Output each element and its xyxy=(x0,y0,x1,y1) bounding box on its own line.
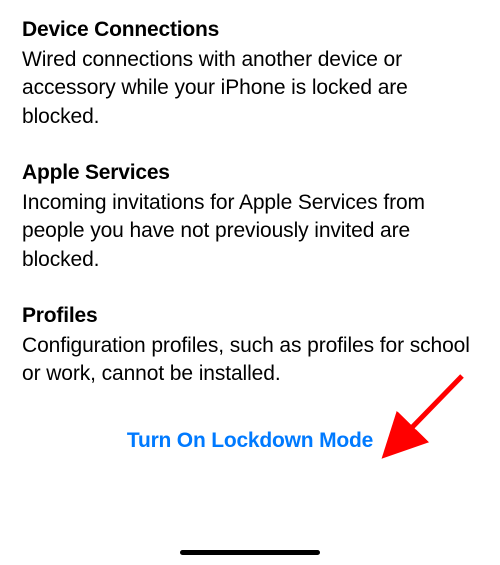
section-apple-services: Apple Services Incoming invitations for … xyxy=(22,161,478,274)
home-indicator[interactable] xyxy=(180,550,320,555)
section-device-connections: Device Connections Wired connections wit… xyxy=(22,18,478,131)
section-body: Incoming invitations for Apple Services … xyxy=(22,189,478,274)
section-profiles: Profiles Configuration profiles, such as… xyxy=(22,304,478,389)
section-body: Wired connections with another device or… xyxy=(22,46,478,131)
section-heading: Apple Services xyxy=(22,161,478,185)
section-body: Configuration profiles, such as profiles… xyxy=(22,332,478,389)
turn-on-lockdown-mode-button[interactable]: Turn On Lockdown Mode xyxy=(127,429,373,453)
section-heading: Device Connections xyxy=(22,18,478,42)
section-heading: Profiles xyxy=(22,304,478,328)
settings-content: Device Connections Wired connections wit… xyxy=(0,0,500,453)
action-button-container: Turn On Lockdown Mode xyxy=(22,429,478,453)
